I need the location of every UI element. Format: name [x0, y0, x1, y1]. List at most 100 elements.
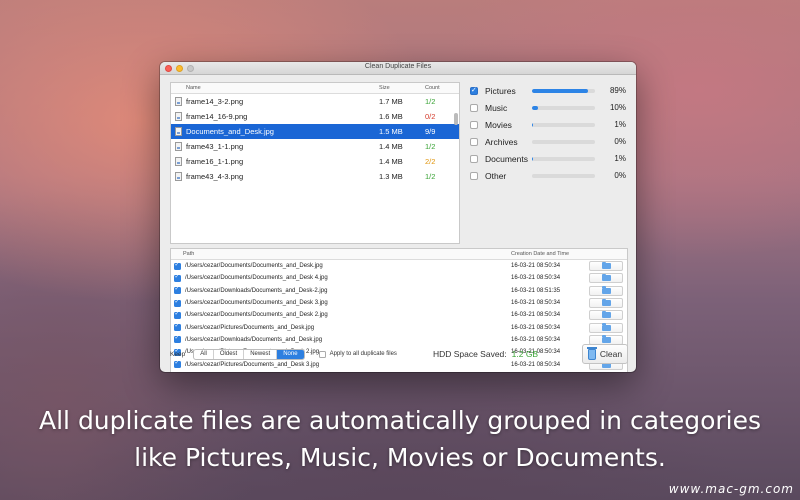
category-percent: 0% [614, 137, 626, 146]
file-size: 1.6 MB [379, 112, 403, 121]
apply-to-all-option[interactable]: Apply to all duplicate files [318, 350, 397, 358]
category-checkbox[interactable] [470, 120, 478, 129]
file-name-cell: frame43_4-3.png [171, 172, 379, 181]
file-row[interactable]: frame14_3-2.png 1.7 MB 1/2 [171, 94, 459, 109]
image-file-icon [175, 157, 182, 166]
folder-icon [601, 261, 611, 270]
category-row-pictures[interactable]: Pictures 89% [470, 82, 626, 99]
file-size: 1.4 MB [379, 157, 403, 166]
reveal-in-finder-button[interactable] [589, 298, 623, 309]
clean-button[interactable]: Clean [582, 344, 628, 364]
path-checkbox[interactable] [174, 273, 181, 282]
category-progress-bar [531, 156, 596, 161]
top-pane: Name Size Count frame14_3-2.png 1.7 MB 1/2… [170, 82, 626, 244]
file-path: /Users/cezar/Documents/Documents_and_Des… [185, 312, 328, 319]
file-row[interactable]: frame16_1-1.png 1.4 MB 2/2 [171, 154, 459, 169]
app-window: Clean Duplicate Files Name Size Count fr… [160, 62, 636, 372]
category-progress-bar [531, 88, 596, 93]
creation-date: 16-03-21 08:50:34 [511, 312, 561, 319]
file-row[interactable]: frame43_1-1.png 1.4 MB 1/2 [171, 139, 459, 154]
path-cell: /Users/cezar/Documents/Documents_and_Des… [171, 298, 511, 307]
path-checkbox[interactable] [174, 285, 181, 295]
file-table-scrollbar[interactable] [454, 113, 458, 125]
path-cell: /Users/cezar/Documents/Documents_and_Des… [171, 261, 511, 270]
path-row[interactable]: /Users/cezar/Documents/Documents_and_Des… [171, 260, 627, 272]
keep-option-oldest[interactable]: Oldest [214, 349, 245, 359]
path-cell: /Users/cezar/Downloads/Documents_and_Des… [171, 285, 511, 295]
category-row-music[interactable]: Music 10% [470, 99, 626, 116]
file-name: frame43_4-3.png [186, 172, 244, 181]
duplicate-count: 9/9 [425, 127, 436, 136]
category-progress-bar [531, 139, 596, 144]
keep-option-all[interactable]: All [194, 349, 214, 359]
path-row[interactable]: /Users/cezar/Documents/Documents_and_Des… [171, 272, 627, 284]
reveal-in-finder-button[interactable] [589, 261, 623, 272]
column-header-size[interactable]: Size [379, 85, 425, 91]
category-label: Archives [485, 136, 518, 147]
title-bar: Clean Duplicate Files [160, 62, 636, 75]
category-checkbox[interactable] [470, 86, 478, 95]
file-rows: frame14_3-2.png 1.7 MB 1/2 frame14_16-9.png… [171, 94, 459, 184]
path-row[interactable]: /Users/cezar/Documents/Documents_and_Des… [171, 297, 627, 309]
hdd-space-label: HDD Space Saved: [432, 349, 507, 359]
file-name-cell: frame14_16-9.png [171, 112, 379, 121]
path-checkbox[interactable] [174, 322, 181, 332]
category-row-movies[interactable]: Movies 1% [470, 116, 626, 133]
column-header-name[interactable]: Name [171, 85, 379, 91]
category-checkbox[interactable] [470, 154, 478, 163]
category-progress-fill [531, 156, 533, 161]
category-percent: 0% [614, 171, 626, 180]
keep-option-none[interactable]: None [277, 349, 304, 359]
file-path: /Users/cezar/Downloads/Documents_and_Des… [185, 287, 328, 294]
path-cell: /Users/cezar/Documents/Documents_and_Des… [171, 273, 511, 282]
column-header-date[interactable]: Creation Date and Time [511, 251, 589, 257]
window-title: Clean Duplicate Files [364, 63, 432, 70]
file-row[interactable]: Documents_and_Desk.jpg 1.5 MB 9/9 [171, 124, 459, 139]
path-checkbox[interactable] [174, 261, 181, 270]
hdd-space-value: 1.2 GB [511, 349, 539, 359]
path-row[interactable]: /Users/cezar/Pictures/Documents_and_Desk… [171, 321, 627, 333]
file-row[interactable]: frame43_4-3.png 1.3 MB 1/2 [171, 169, 459, 184]
file-size: 1.3 MB [379, 172, 403, 181]
file-path: /Users/cezar/Documents/Documents_and_Des… [185, 300, 328, 307]
category-row-documents[interactable]: Documents 1% [470, 150, 626, 167]
category-checkbox[interactable] [470, 171, 478, 180]
path-checkbox[interactable] [174, 310, 181, 319]
file-name: frame16_1-1.png [186, 157, 244, 166]
duplicate-count: 1/2 [425, 172, 436, 181]
path-checkbox[interactable] [174, 298, 181, 307]
reveal-in-finder-button[interactable] [589, 273, 623, 284]
category-progress-bar [531, 122, 596, 127]
category-label: Other [485, 170, 507, 181]
reveal-in-finder-button[interactable] [589, 310, 623, 321]
keep-option-newest[interactable]: Newest [244, 349, 278, 359]
file-name: frame14_16-9.png [186, 112, 248, 121]
folder-icon [601, 273, 611, 282]
category-progress-fill [531, 105, 539, 110]
column-header-count[interactable]: Count [425, 85, 457, 91]
category-progress-bar [531, 173, 596, 178]
creation-date: 16-03-21 08:51:35 [511, 287, 561, 294]
folder-icon [601, 310, 611, 319]
file-path: /Users/cezar/Documents/Documents_and_Des… [185, 263, 323, 270]
category-checkbox[interactable] [470, 103, 478, 112]
file-path: /Users/cezar/Documents/Documents_and_Des… [185, 275, 328, 282]
file-row[interactable]: frame14_16-9.png 1.6 MB 0/2 [171, 109, 459, 124]
category-progress-fill [531, 122, 533, 127]
path-cell: /Users/cezar/Pictures/Documents_and_Desk… [171, 322, 511, 332]
path-row[interactable]: /Users/cezar/Downloads/Documents_and_Des… [171, 285, 627, 297]
reveal-in-finder-button[interactable] [589, 285, 623, 296]
reveal-in-finder-button[interactable] [589, 322, 623, 333]
category-checkbox[interactable] [470, 137, 478, 146]
category-row-archives[interactable]: Archives 0% [470, 133, 626, 150]
duplicate-count: 1/2 [425, 97, 436, 106]
column-header-path[interactable]: Path [171, 251, 511, 257]
file-name: frame43_1-1.png [186, 142, 244, 151]
keep-segmented-control: All Oldest Newest None [193, 348, 305, 360]
category-row-other[interactable]: Other 0% [470, 167, 626, 184]
image-file-icon [175, 142, 182, 151]
path-cell: /Users/cezar/Documents/Documents_and_Des… [171, 310, 511, 319]
apply-to-all-checkbox[interactable] [318, 350, 326, 358]
creation-date: 16-03-21 08:50:34 [511, 263, 561, 270]
path-row[interactable]: /Users/cezar/Documents/Documents_and_Des… [171, 309, 627, 321]
